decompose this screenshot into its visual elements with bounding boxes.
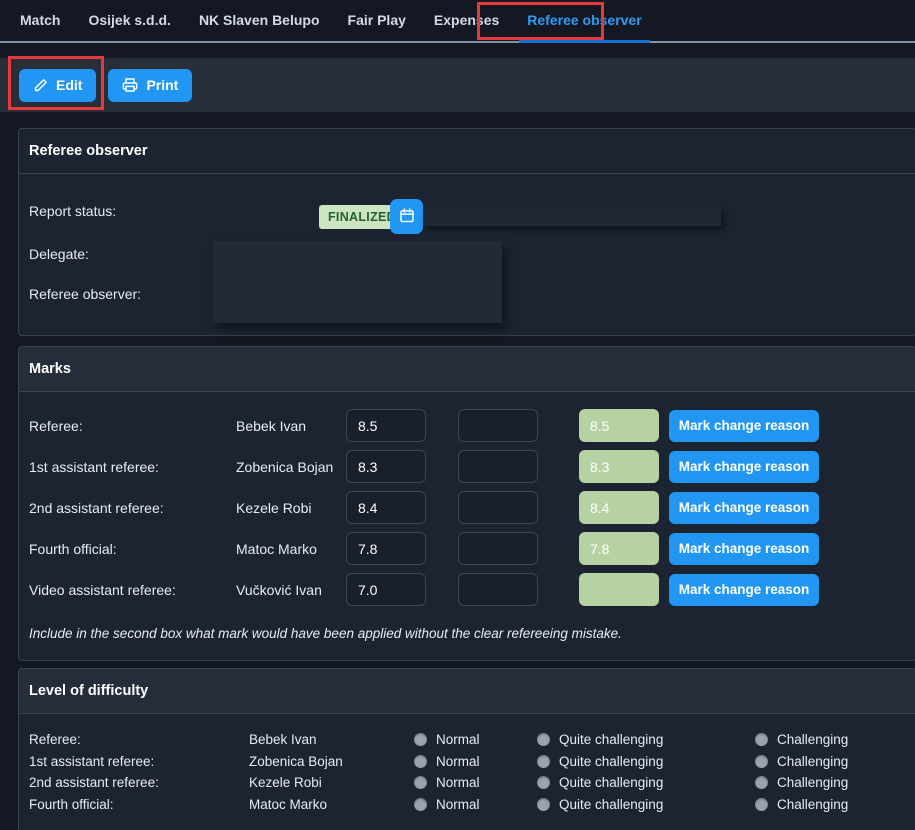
radio-label-quite-challenging: Quite challenging bbox=[559, 754, 663, 769]
difficulty-referee-name: Kezele Robi bbox=[249, 775, 414, 790]
alt-mark-input[interactable] bbox=[458, 532, 538, 565]
edit-button-label: Edit bbox=[56, 77, 82, 93]
difficulty-role-label: 1st assistant referee: bbox=[29, 754, 249, 769]
mark-referee-name: Vučković Ivan bbox=[236, 582, 346, 598]
mark-referee-name: Kezele Robi bbox=[236, 500, 346, 516]
alt-mark-input[interactable] bbox=[458, 491, 538, 524]
print-button-label: Print bbox=[146, 77, 178, 93]
mark-row-first-assistant: 1st assistant referee: Zobenica Bojan 8.… bbox=[19, 450, 915, 483]
radio-normal[interactable] bbox=[414, 776, 427, 789]
mark-row-fourth-official: Fourth official: Matoc Marko 7.8 Mark ch… bbox=[19, 532, 915, 565]
mark-role-label: 1st assistant referee: bbox=[29, 459, 236, 475]
mark-change-reason-button[interactable]: Mark change reason bbox=[669, 533, 819, 565]
marks-card: Marks Referee: Bebek Ivan 8.5 Mark chang… bbox=[18, 346, 915, 661]
printer-icon bbox=[122, 77, 138, 93]
difficulty-role-label: Referee: bbox=[29, 732, 249, 747]
radio-quite-challenging[interactable] bbox=[537, 733, 550, 746]
radio-challenging[interactable] bbox=[755, 755, 768, 768]
alt-mark-input[interactable] bbox=[458, 450, 538, 483]
radio-label-normal: Normal bbox=[436, 797, 480, 812]
delegate-label: Delegate: bbox=[29, 246, 89, 262]
mark-change-reason-button[interactable]: Mark change reason bbox=[669, 410, 819, 442]
radio-quite-challenging[interactable] bbox=[537, 798, 550, 811]
mark-role-label: 2nd assistant referee: bbox=[29, 500, 236, 516]
referee-observer-card-title: Referee observer bbox=[19, 129, 915, 174]
difficulty-row-first-assistant: 1st assistant referee: Zobenica Bojan No… bbox=[19, 751, 915, 773]
mark-referee-name: Bebek Ivan bbox=[236, 418, 346, 434]
difficulty-referee-name: Matoc Marko bbox=[249, 797, 414, 812]
tab-nk-slaven-belupo[interactable]: NK Slaven Belupo bbox=[199, 0, 320, 41]
final-mark-badge: 8.3 bbox=[579, 450, 659, 483]
mark-row-referee: Referee: Bebek Ivan 8.5 Mark change reas… bbox=[19, 409, 915, 442]
redacted-names-block bbox=[213, 241, 502, 323]
edit-button[interactable]: Edit bbox=[19, 69, 96, 102]
difficulty-referee-name: Bebek Ivan bbox=[249, 732, 414, 747]
tab-expenses[interactable]: Expenses bbox=[434, 0, 499, 41]
mark-role-label: Video assistant referee: bbox=[29, 582, 236, 598]
radio-label-normal: Normal bbox=[436, 775, 480, 790]
radio-label-normal: Normal bbox=[436, 732, 480, 747]
final-mark-badge: 8.4 bbox=[579, 491, 659, 524]
radio-normal[interactable] bbox=[414, 733, 427, 746]
mark-row-second-assistant: 2nd assistant referee: Kezele Robi 8.4 M… bbox=[19, 491, 915, 524]
mark-referee-name: Zobenica Bojan bbox=[236, 459, 346, 475]
radio-label-challenging: Challenging bbox=[777, 754, 848, 769]
tab-match[interactable]: Match bbox=[20, 0, 60, 41]
difficulty-card-title: Level of difficulty bbox=[19, 669, 915, 714]
radio-label-challenging: Challenging bbox=[777, 732, 848, 747]
radio-label-quite-challenging: Quite challenging bbox=[559, 732, 663, 747]
radio-normal[interactable] bbox=[414, 755, 427, 768]
radio-quite-challenging[interactable] bbox=[537, 755, 550, 768]
mark-role-label: Fourth official: bbox=[29, 541, 236, 557]
pencil-icon bbox=[33, 78, 48, 93]
mark-change-reason-button[interactable]: Mark change reason bbox=[669, 451, 819, 483]
radio-normal[interactable] bbox=[414, 798, 427, 811]
mark-input[interactable] bbox=[346, 491, 426, 524]
mark-input[interactable] bbox=[346, 409, 426, 442]
radio-label-challenging: Challenging bbox=[777, 775, 848, 790]
radio-label-quite-challenging: Quite challenging bbox=[559, 797, 663, 812]
marks-card-title: Marks bbox=[19, 347, 915, 392]
mark-referee-name: Matoc Marko bbox=[236, 541, 346, 557]
difficulty-row-referee: Referee: Bebek Ivan Normal Quite challen… bbox=[19, 729, 915, 751]
calendar-icon bbox=[399, 207, 415, 227]
tab-bar: Match Osijek s.d.d. NK Slaven Belupo Fai… bbox=[0, 0, 915, 43]
difficulty-card: Level of difficulty Referee: Bebek Ivan … bbox=[18, 668, 915, 830]
difficulty-row-second-assistant: 2nd assistant referee: Kezele Robi Norma… bbox=[19, 772, 915, 794]
referee-observer-card: Referee observer Report status: FINALIZE… bbox=[18, 128, 915, 336]
alt-mark-input[interactable] bbox=[458, 573, 538, 606]
print-button[interactable]: Print bbox=[108, 69, 192, 102]
radio-label-quite-challenging: Quite challenging bbox=[559, 775, 663, 790]
mark-input[interactable] bbox=[346, 532, 426, 565]
radio-quite-challenging[interactable] bbox=[537, 776, 550, 789]
final-mark-badge: 8.5 bbox=[579, 409, 659, 442]
calendar-button[interactable] bbox=[390, 199, 423, 234]
mark-role-label: Referee: bbox=[29, 418, 236, 434]
radio-label-challenging: Challenging bbox=[777, 797, 848, 812]
mark-change-reason-button[interactable]: Mark change reason bbox=[669, 492, 819, 524]
mark-change-reason-button[interactable]: Mark change reason bbox=[669, 574, 819, 606]
tab-osijek[interactable]: Osijek s.d.d. bbox=[88, 0, 170, 41]
marks-note: Include in the second box what mark woul… bbox=[19, 614, 915, 641]
difficulty-role-label: Fourth official: bbox=[29, 797, 249, 812]
radio-challenging[interactable] bbox=[755, 733, 768, 746]
difficulty-referee-name: Zobenica Bojan bbox=[249, 754, 414, 769]
difficulty-role-label: 2nd assistant referee: bbox=[29, 775, 249, 790]
final-mark-badge bbox=[579, 573, 659, 606]
mark-row-video-assistant: Video assistant referee: Vučković Ivan M… bbox=[19, 573, 915, 606]
mark-input[interactable] bbox=[346, 573, 426, 606]
referee-observer-label: Referee observer: bbox=[29, 286, 141, 302]
final-mark-badge: 7.8 bbox=[579, 532, 659, 565]
radio-challenging[interactable] bbox=[755, 798, 768, 811]
difficulty-row-fourth-official: Fourth official: Matoc Marko Normal Quit… bbox=[19, 794, 915, 816]
mark-input[interactable] bbox=[346, 450, 426, 483]
redacted-status-value bbox=[423, 207, 721, 226]
report-status-label: Report status: bbox=[29, 203, 116, 219]
radio-challenging[interactable] bbox=[755, 776, 768, 789]
radio-label-normal: Normal bbox=[436, 754, 480, 769]
tab-fair-play[interactable]: Fair Play bbox=[348, 0, 406, 41]
alt-mark-input[interactable] bbox=[458, 409, 538, 442]
tab-referee-observer[interactable]: Referee observer bbox=[527, 0, 641, 41]
toolbar: Edit Print bbox=[0, 58, 915, 112]
